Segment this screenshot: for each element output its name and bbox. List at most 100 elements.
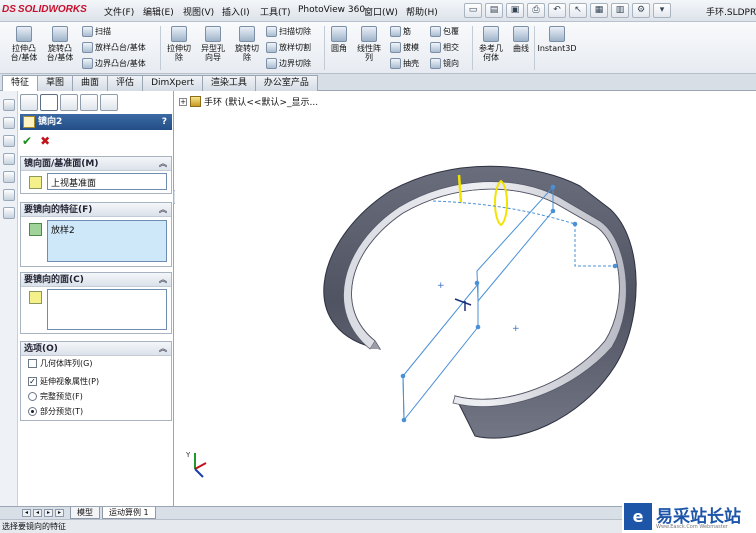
lofted-cut-button[interactable]: 放样切割 <box>266 42 311 53</box>
custom-properties-icon[interactable] <box>3 207 15 219</box>
swept-cut-button[interactable]: 扫描切除 <box>266 26 311 37</box>
undo-icon[interactable]: ↶ <box>548 3 566 18</box>
tab-surfaces[interactable]: 曲面 <box>72 75 109 91</box>
faces-to-mirror-header[interactable]: 要镜向的面(C) ︽ <box>21 273 171 287</box>
save-icon[interactable]: ▣ <box>506 3 524 18</box>
menu-edit[interactable]: 编辑(E) <box>143 5 174 18</box>
task-pane-strip <box>0 91 18 506</box>
list-item[interactable]: 放样2 <box>51 223 163 236</box>
collapse-chevron-icon[interactable]: ︽ <box>159 203 167 217</box>
feature-manager-tab-icon[interactable] <box>20 94 38 111</box>
features-to-mirror-header[interactable]: 要镜向的特征(F) ︽ <box>21 203 171 217</box>
open-icon[interactable]: ▤ <box>485 3 503 18</box>
menu-window[interactable]: 窗口(W) <box>364 5 398 18</box>
linear-pattern-button[interactable]: 线性阵 列 <box>354 26 384 62</box>
property-manager-panel: 镜向2 ? ✔ ✖ 镜向面/基准面(M) ︽ 上视基准面 要镜向的特征(F) ︽… <box>0 91 174 506</box>
collapse-chevron-icon[interactable]: ︽ <box>159 157 167 171</box>
rib-icon <box>390 26 401 37</box>
customize-icon[interactable]: ▾ <box>653 3 671 18</box>
extrude-boss-button[interactable]: 拉伸凸 台/基体 <box>8 26 40 62</box>
boundary-cut-button[interactable]: 边界切除 <box>266 58 311 69</box>
tab-motion-study[interactable]: 运动算例 1 <box>102 507 156 519</box>
menu-file[interactable]: 文件(F) <box>104 5 134 18</box>
revolve-boss-button[interactable]: 旋转凸 台/基体 <box>44 26 76 62</box>
faces-to-mirror-list[interactable] <box>47 289 167 330</box>
draft-button[interactable]: 拔模 <box>390 42 419 53</box>
print-icon[interactable]: ⎙ <box>527 3 545 18</box>
tab-features[interactable]: 特征 <box>2 75 39 91</box>
propagate-visual-checkbox[interactable]: ✓ <box>28 377 37 386</box>
tab-model[interactable]: 模型 <box>70 507 100 519</box>
menu-tools[interactable]: 工具(T) <box>260 5 291 18</box>
file-properties-icon[interactable]: ▥ <box>611 3 629 18</box>
prev-tab-arrow-icon[interactable]: ◂ <box>33 509 42 517</box>
collapse-chevron-icon[interactable]: ︽ <box>159 342 167 356</box>
intersect-button[interactable]: 相交 <box>430 42 459 53</box>
hole-wizard-button[interactable]: 异型孔 向导 <box>198 26 228 62</box>
loft-icon <box>82 42 93 53</box>
menu-photoview[interactable]: PhotoView 360 <box>298 5 365 15</box>
full-preview-radio[interactable] <box>28 392 37 401</box>
search-icon[interactable] <box>3 153 15 165</box>
display-manager-tab-icon[interactable] <box>100 94 118 111</box>
features-to-mirror-group: 要镜向的特征(F) ︽ 放样2 <box>20 202 172 267</box>
full-preview-option[interactable]: 完整预览(F) <box>28 391 83 402</box>
watermark-logo-icon: e <box>624 503 652 530</box>
instant3d-button[interactable]: Instant3D <box>537 26 577 53</box>
mirror-plane-field[interactable]: 上视基准面 <box>47 173 167 190</box>
plane-selection-icon <box>29 176 42 189</box>
partial-preview-radio[interactable] <box>28 407 37 416</box>
boundary-boss-button[interactable]: 边界凸台/基体 <box>82 58 146 69</box>
wrap-button[interactable]: 包覆 <box>430 26 459 37</box>
ok-button[interactable]: ✔ <box>22 134 32 148</box>
menu-help[interactable]: 帮助(H) <box>406 5 438 18</box>
mirror-plane-header[interactable]: 镜向面/基准面(M) ︽ <box>21 157 171 171</box>
next-tab-arrow-icon[interactable]: ▸ <box>44 509 53 517</box>
options-icon[interactable]: ⚙ <box>632 3 650 18</box>
cancel-button[interactable]: ✖ <box>40 134 50 148</box>
hole-wizard-icon <box>205 26 221 42</box>
rib-button[interactable]: 筋 <box>390 26 411 37</box>
first-tab-arrow-icon[interactable]: ◂ <box>22 509 31 517</box>
property-manager-tab-icon[interactable] <box>40 94 58 111</box>
geometry-pattern-checkbox[interactable] <box>28 359 37 368</box>
loft-boss-button[interactable]: 放样凸台/基体 <box>82 42 146 53</box>
select-icon[interactable]: ↖ <box>569 3 587 18</box>
menu-view[interactable]: 视图(V) <box>183 5 214 18</box>
menu-insert[interactable]: 插入(I) <box>222 5 250 18</box>
tab-evaluate[interactable]: 评估 <box>107 75 144 91</box>
mirror-button[interactable]: 镜向 <box>430 58 459 69</box>
extrude-cut-button[interactable]: 拉伸切 除 <box>164 26 194 62</box>
tab-dimxpert[interactable]: DimXpert <box>142 75 203 91</box>
file-explorer-icon[interactable] <box>3 135 15 147</box>
options-header[interactable]: 选项(O) ︽ <box>21 342 171 356</box>
fillet-button[interactable]: 圆角 <box>328 26 350 53</box>
appearances-icon[interactable] <box>3 189 15 201</box>
tab-office-products[interactable]: 办公室产品 <box>254 75 318 91</box>
reference-geometry-button[interactable]: 参考几 何体 <box>476 26 506 62</box>
design-library-icon[interactable] <box>3 117 15 129</box>
resources-icon[interactable] <box>3 99 15 111</box>
sweep-button[interactable]: 扫描 <box>82 26 111 37</box>
faces-to-mirror-group: 要镜向的面(C) ︽ <box>20 272 172 334</box>
shell-button[interactable]: 抽壳 <box>390 58 419 69</box>
curves-button[interactable]: 曲线 <box>510 26 532 53</box>
rebuild-icon[interactable]: ▦ <box>590 3 608 18</box>
last-tab-arrow-icon[interactable]: ▸ <box>55 509 64 517</box>
collapse-chevron-icon[interactable]: ︽ <box>159 273 167 287</box>
geometry-pattern-option[interactable]: 几何体阵列(G) <box>28 358 92 369</box>
mirror-plane-preview <box>476 185 554 303</box>
propagate-visual-option[interactable]: ✓ 延伸视象属性(P) <box>28 376 99 387</box>
tab-render-tools[interactable]: 渲染工具 <box>201 75 256 91</box>
help-button[interactable]: ? <box>162 114 167 130</box>
dimxpert-manager-tab-icon[interactable] <box>80 94 98 111</box>
revolve-cut-button[interactable]: 旋转切 除 <box>232 26 262 62</box>
configuration-manager-tab-icon[interactable] <box>60 94 78 111</box>
partial-preview-option[interactable]: 部分预览(T) <box>28 406 83 417</box>
graphics-area[interactable]: + 手环 (默认<<默认>_显示... ⊕ <box>175 91 756 506</box>
view-palette-icon[interactable] <box>3 171 15 183</box>
features-to-mirror-list[interactable]: 放样2 <box>47 220 167 262</box>
tab-sketch[interactable]: 草图 <box>37 75 74 91</box>
solidworks-logo[interactable]: DS SOLIDWORKS <box>2 4 87 15</box>
new-document-icon[interactable]: ▭ <box>464 3 482 18</box>
